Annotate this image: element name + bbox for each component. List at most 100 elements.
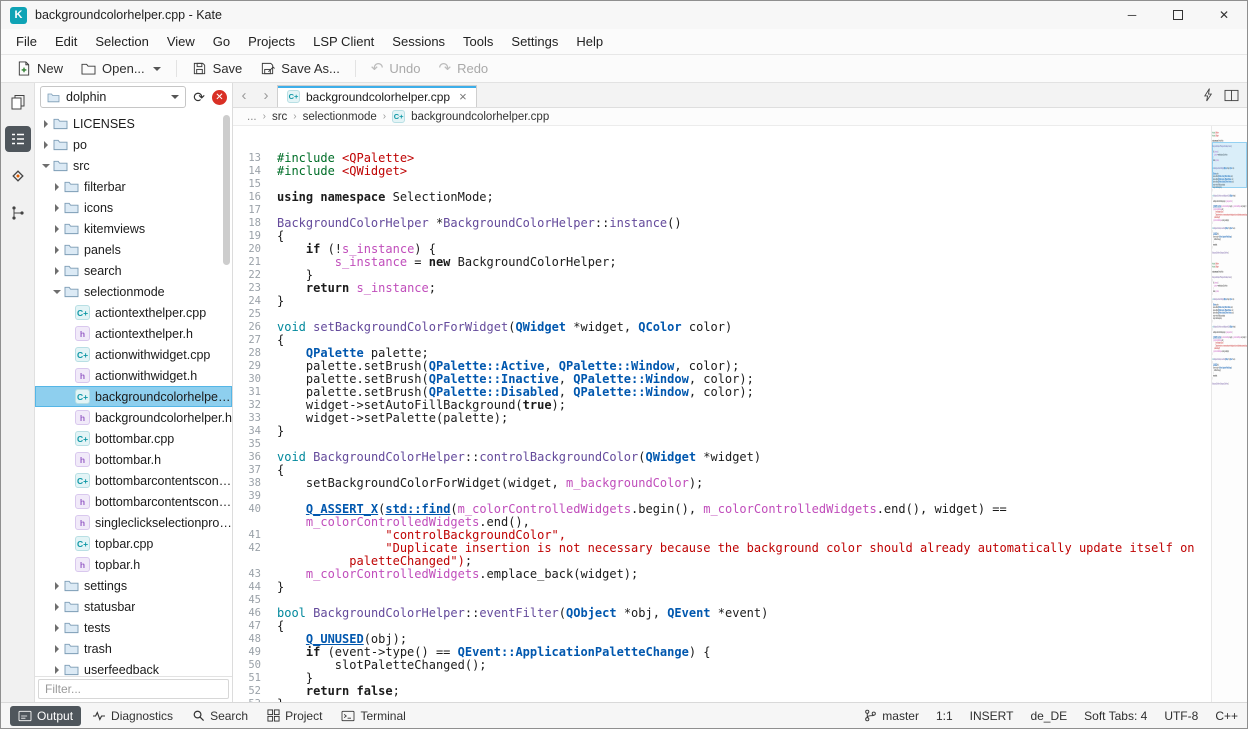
tab-settings[interactable]: Soft Tabs: 4: [1084, 709, 1147, 723]
close-button[interactable]: ✕: [1201, 1, 1247, 29]
panel-button-output[interactable]: Output: [10, 706, 81, 726]
code-line[interactable]: 23 return s_instance;: [233, 282, 1211, 295]
breadcrumb-item-selectionmode[interactable]: selectionmode: [303, 111, 377, 123]
project-selector[interactable]: dolphin: [40, 86, 186, 108]
chevron-right-icon[interactable]: [39, 141, 52, 149]
chevron-right-icon[interactable]: [50, 666, 63, 674]
chevron-right-icon[interactable]: [39, 120, 52, 128]
tree-scrollbar-thumb[interactable]: [223, 115, 230, 265]
git-branch-indicator[interactable]: master: [864, 709, 919, 723]
tree-item-trash[interactable]: trash: [35, 638, 232, 659]
minimap[interactable]: #include <QPalette>#include <QWidget>usi…: [1211, 126, 1247, 702]
code-line[interactable]: 36void BackgroundColorHelper::controlBac…: [233, 451, 1211, 464]
code-line[interactable]: 33 widget->setPalette(palette);: [233, 412, 1211, 425]
input-mode[interactable]: INSERT: [970, 709, 1014, 723]
menu-item-selection[interactable]: Selection: [86, 29, 157, 54]
minimize-button[interactable]: ─: [1109, 1, 1155, 29]
save-button[interactable]: Save: [184, 58, 251, 79]
highlight-mode[interactable]: C++: [1215, 709, 1238, 723]
tree-item-licenses[interactable]: LICENSES: [35, 113, 232, 134]
tree-item-po[interactable]: po: [35, 134, 232, 155]
menu-item-file[interactable]: File: [7, 29, 46, 54]
documents-toolview-button[interactable]: [5, 89, 31, 115]
tree-item-kitemviews[interactable]: kitemviews: [35, 218, 232, 239]
tree-item-bottombar-cpp[interactable]: C+bottombar.cpp: [35, 428, 232, 449]
code-line[interactable]: 14#include <QWidget>: [233, 165, 1211, 178]
code-line[interactable]: 50 slotPaletteChanged();: [233, 659, 1211, 672]
breadcrumb-item-src[interactable]: src: [272, 111, 287, 123]
project-refresh-button[interactable]: ⟳: [191, 89, 207, 106]
code-line[interactable]: 43 m_colorControlledWidgets.emplace_back…: [233, 568, 1211, 581]
chevron-right-icon[interactable]: [50, 603, 63, 611]
tree-item-topbar-h[interactable]: htopbar.h: [35, 554, 232, 575]
code-line[interactable]: 44}: [233, 581, 1211, 594]
symbols-toolview-button[interactable]: [5, 200, 31, 226]
panel-button-project[interactable]: Project: [259, 706, 330, 726]
quick-actions-lightning-icon[interactable]: [1203, 88, 1214, 102]
code-line[interactable]: 52 return false;: [233, 685, 1211, 698]
chevron-down-icon[interactable]: [50, 290, 63, 294]
tree-item-actiontexthelper-cpp[interactable]: C+actiontexthelper.cpp: [35, 302, 232, 323]
menu-item-tools[interactable]: Tools: [454, 29, 502, 54]
tree-item-filterbar[interactable]: filterbar: [35, 176, 232, 197]
tree-item-panels[interactable]: panels: [35, 239, 232, 260]
new-button[interactable]: New: [9, 58, 71, 79]
tree-item-userfeedback[interactable]: userfeedback: [35, 659, 232, 676]
git-toolview-button[interactable]: [5, 163, 31, 189]
tree-item-selectionmode[interactable]: selectionmode: [35, 281, 232, 302]
breadcrumb-item-backgroundcolorhelper-cpp[interactable]: backgroundcolorhelper.cpp: [411, 111, 549, 123]
tree-item-settings[interactable]: settings: [35, 575, 232, 596]
forward-history-button[interactable]: ›: [255, 83, 277, 107]
menu-item-settings[interactable]: Settings: [502, 29, 567, 54]
undo-button[interactable]: ↶ Undo: [363, 58, 429, 79]
code-line[interactable]: 38 setBackgroundColorForWidget(widget, m…: [233, 477, 1211, 490]
tree-item-actionwithwidget-cpp[interactable]: C+actionwithwidget.cpp: [35, 344, 232, 365]
tree-item-actionwithwidget-h[interactable]: hactionwithwidget.h: [35, 365, 232, 386]
chevron-right-icon[interactable]: [50, 183, 63, 191]
tree-item-backgroundcolorhelper-h[interactable]: hbackgroundcolorhelper.h: [35, 407, 232, 428]
code-view[interactable]: 13#include <QPalette>14#include <QWidget…: [233, 126, 1211, 702]
breadcrumb-item-[interactable]: ...: [247, 111, 257, 123]
cursor-position[interactable]: 1:1: [936, 709, 953, 723]
tree-item-bottombarcontentscont[interactable]: hbottombarcontentscont...: [35, 491, 232, 512]
tree-item-src[interactable]: src: [35, 155, 232, 176]
menu-item-lsp-client[interactable]: LSP Client: [304, 29, 383, 54]
chevron-right-icon[interactable]: [50, 225, 63, 233]
chevron-right-icon[interactable]: [50, 645, 63, 653]
project-panel-close-button[interactable]: ✕: [212, 90, 227, 105]
code-line[interactable]: 53}: [233, 698, 1211, 702]
encoding[interactable]: UTF-8: [1164, 709, 1198, 723]
tree-item-tests[interactable]: tests: [35, 617, 232, 638]
back-history-button[interactable]: ‹: [233, 83, 255, 107]
split-view-icon[interactable]: [1224, 89, 1239, 102]
chevron-right-icon[interactable]: [50, 246, 63, 254]
tab-backgroundcolorhelper[interactable]: C+ backgroundcolorhelper.cpp ×: [277, 85, 477, 107]
projects-toolview-button[interactable]: [5, 126, 31, 152]
menu-item-projects[interactable]: Projects: [239, 29, 304, 54]
tree-item-search[interactable]: search: [35, 260, 232, 281]
minimap-viewport[interactable]: [1212, 142, 1247, 188]
chevron-right-icon[interactable]: [50, 267, 63, 275]
code-line[interactable]: 24}: [233, 295, 1211, 308]
code-line[interactable]: 18BackgroundColorHelper *BackgroundColor…: [233, 217, 1211, 230]
redo-button[interactable]: ↷ Redo: [431, 58, 497, 79]
panel-button-search[interactable]: Search: [184, 706, 256, 726]
chevron-right-icon[interactable]: [50, 204, 63, 212]
tree-item-statusbar[interactable]: statusbar: [35, 596, 232, 617]
menu-item-view[interactable]: View: [158, 29, 204, 54]
menu-item-edit[interactable]: Edit: [46, 29, 86, 54]
menu-item-help[interactable]: Help: [567, 29, 612, 54]
chevron-right-icon[interactable]: [50, 624, 63, 632]
panel-button-diagnostics[interactable]: Diagnostics: [84, 706, 181, 726]
code-line[interactable]: 16using namespace SelectionMode;: [233, 191, 1211, 204]
panel-button-terminal[interactable]: Terminal: [333, 706, 413, 726]
open-dropdown-icon[interactable]: [153, 67, 161, 71]
code-line[interactable]: 21 s_instance = new BackgroundColorHelpe…: [233, 256, 1211, 269]
chevron-right-icon[interactable]: [50, 582, 63, 590]
maximize-button[interactable]: [1155, 1, 1201, 29]
code-line[interactable]: 46bool BackgroundColorHelper::eventFilte…: [233, 607, 1211, 620]
menu-item-sessions[interactable]: Sessions: [383, 29, 454, 54]
code-line[interactable]: 34}: [233, 425, 1211, 438]
tree-item-actiontexthelper-h[interactable]: hactiontexthelper.h: [35, 323, 232, 344]
tree-item-bottombar-h[interactable]: hbottombar.h: [35, 449, 232, 470]
